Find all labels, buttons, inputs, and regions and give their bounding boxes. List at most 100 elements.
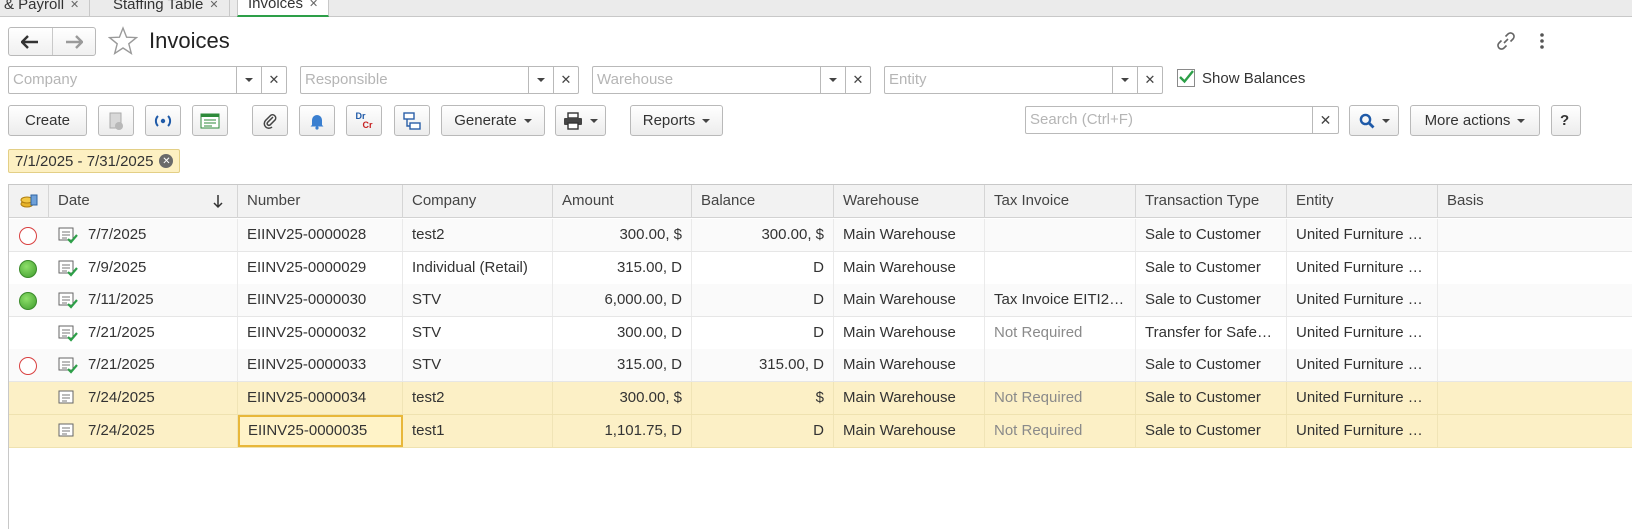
cell-company: test2 <box>403 219 553 251</box>
cell-company: STV <box>403 316 553 349</box>
kebab-menu-icon[interactable] <box>1536 30 1548 52</box>
entity-clear-button[interactable]: ✕ <box>1138 66 1163 94</box>
link-icon[interactable] <box>1495 30 1517 52</box>
show-balances-toggle[interactable]: Show Balances <box>1177 69 1305 87</box>
column-header-date[interactable]: Date <box>49 185 238 218</box>
paperclip-icon <box>263 113 277 129</box>
tab-invoices[interactable]: Invoices ✕ <box>237 0 330 17</box>
arrow-right-icon <box>65 34 83 49</box>
warehouse-filter: Warehouse ✕ <box>592 66 871 94</box>
column-header-amount[interactable]: Amount <box>553 185 692 218</box>
clear-circle-icon[interactable]: ✕ <box>159 154 174 168</box>
structure-button[interactable] <box>394 105 430 136</box>
forward-button[interactable] <box>51 28 96 55</box>
help-button[interactable]: ? <box>1551 105 1581 136</box>
company-dropdown-button[interactable] <box>237 66 262 94</box>
table-row[interactable]: 7/21/2025 EIINV25-0000032 STV 300.00, D D Mai… <box>9 316 1632 350</box>
reminder-button[interactable] <box>299 105 335 136</box>
column-header-company[interactable]: Company <box>403 185 553 218</box>
post-button[interactable] <box>98 105 134 136</box>
create-button[interactable]: Create <box>8 105 87 136</box>
close-icon[interactable]: ✕ <box>209 0 218 11</box>
column-header-number[interactable]: Number <box>238 185 403 218</box>
cell-warehouse: Main Warehouse <box>834 219 985 251</box>
column-header-warehouse[interactable]: Warehouse <box>834 185 985 218</box>
cell-entity: United Furniture Ltd <box>1287 219 1438 251</box>
responsible-dropdown-button[interactable] <box>529 66 554 94</box>
generate-button[interactable]: Generate <box>441 105 545 136</box>
column-header-balance[interactable]: Balance <box>692 185 834 218</box>
tab-label: & Payroll <box>4 0 65 13</box>
hierarchy-icon <box>403 111 421 130</box>
cell-warehouse: Main Warehouse <box>834 284 985 317</box>
more-actions-button[interactable]: More actions <box>1410 105 1540 136</box>
period-filter-chip[interactable]: 7/1/2025 - 7/31/2025 ✕ <box>8 149 181 173</box>
reports-label: Reports <box>642 112 696 129</box>
close-icon[interactable]: ✕ <box>70 0 79 11</box>
chevron-down-icon <box>1121 78 1129 82</box>
close-icon[interactable]: ✕ <box>309 0 318 10</box>
cell-entity: United Furniture Ltd <box>1287 382 1438 414</box>
table-header: Date Number Company Amount Balance Wareh… <box>9 185 1632 218</box>
table-row[interactable]: 7/24/2025 EIINV25-0000035 test1 1,101.75, D… <box>9 414 1632 448</box>
attach-button[interactable] <box>252 105 288 136</box>
column-header-entity[interactable]: Entity <box>1287 185 1438 218</box>
warehouse-dropdown-button[interactable] <box>821 66 846 94</box>
print-button[interactable] <box>555 105 606 136</box>
exchange-button[interactable] <box>145 105 181 136</box>
posted-document-icon <box>58 357 78 375</box>
table-row[interactable]: 7/11/2025 EIINV25-0000030 STV 6,000.00, DDM… <box>9 284 1632 318</box>
chevron-down-icon <box>702 118 711 123</box>
cell-number: EIINV25-0000028 <box>238 219 403 251</box>
cell-number: EIINV25-0000030 <box>238 284 403 317</box>
entity-dropdown-button[interactable] <box>1113 66 1138 94</box>
cell-balance: 315.00, D <box>692 349 834 382</box>
page-title: Invoices <box>149 28 230 53</box>
company-clear-button[interactable]: ✕ <box>262 66 287 94</box>
search-button[interactable] <box>1349 105 1399 136</box>
tab-staffing-table[interactable]: Staffing Table ✕ <box>103 0 230 16</box>
posted-document-icon <box>58 325 78 342</box>
broadcast-icon <box>154 114 172 127</box>
cell-amount: 1,101.75, D <box>553 414 692 447</box>
cell-warehouse: Main Warehouse <box>834 316 985 349</box>
posted-document-icon <box>58 227 78 244</box>
status-column-header[interactable] <box>9 185 49 218</box>
column-header-tax-invoice[interactable]: Tax Invoice <box>985 185 1136 218</box>
tab-payroll[interactable]: & Payroll ✕ <box>0 0 91 16</box>
journal-button[interactable] <box>192 105 228 136</box>
tab-label: Staffing Table <box>113 0 204 13</box>
cell-number: EIINV25-0000033 <box>238 349 403 382</box>
back-button[interactable] <box>9 28 52 55</box>
cell-amount: 300.00, D <box>553 316 692 349</box>
cell-basis <box>1438 284 1632 316</box>
column-header-transaction-type[interactable]: Transaction Type <box>1136 185 1287 218</box>
cell-transaction-type: Sale to Customer <box>1136 414 1287 447</box>
responsible-clear-button[interactable]: ✕ <box>554 66 579 94</box>
cell-balance: D <box>692 251 834 284</box>
search-icon <box>1359 113 1374 128</box>
cell-company: STV <box>403 349 553 382</box>
company-input[interactable]: Company <box>8 66 237 94</box>
table-row[interactable]: 7/21/2025 EIINV25-0000033 STV 315.00, D 315.… <box>9 349 1632 383</box>
entity-input[interactable]: Entity <box>884 66 1113 94</box>
table-row[interactable]: 7/7/2025 EIINV25-0000028 test2 300.00, $300… <box>9 219 1632 252</box>
accounting-entries-button[interactable]: Dr Cr <box>346 105 382 136</box>
debit-credit-icon: Dr Cr <box>355 111 372 130</box>
cell-tax-invoice: Not Required <box>985 382 1136 414</box>
reports-button[interactable]: Reports <box>630 105 723 136</box>
printer-icon <box>564 111 582 130</box>
search-clear-button[interactable]: ✕ <box>1312 106 1339 134</box>
warehouse-clear-button[interactable]: ✕ <box>846 66 871 94</box>
star-icon[interactable] <box>108 26 138 56</box>
show-balances-checkbox[interactable] <box>1177 69 1195 87</box>
column-header-basis[interactable]: Basis <box>1438 185 1632 218</box>
search-input[interactable]: Search (Ctrl+F) <box>1025 106 1313 134</box>
responsible-input[interactable]: Responsible <box>300 66 529 94</box>
table-row[interactable]: 7/24/2025 EIINV25-0000034 test2 300.00, $ $ M… <box>9 382 1632 415</box>
table-row[interactable]: 7/9/2025 EIINV25-0000029 Individual (Retai… <box>9 251 1632 285</box>
chevron-down-icon <box>537 78 545 82</box>
cell-number: EIINV25-0000032 <box>238 316 403 349</box>
unpaid-status-icon <box>19 227 37 245</box>
warehouse-input[interactable]: Warehouse <box>592 66 821 94</box>
